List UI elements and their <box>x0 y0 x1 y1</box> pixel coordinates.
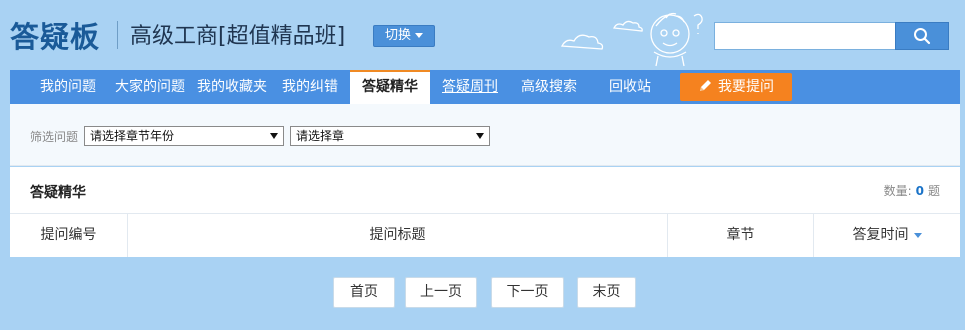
nav-recycle-bin[interactable]: 回收站 <box>600 70 660 104</box>
header: 答疑板 高级工商[超值精品班] 切换 <box>0 0 965 70</box>
column-question-title: 提问标题 <box>128 214 668 257</box>
logo[interactable]: 答疑板 <box>10 14 100 56</box>
chapter-select-value: 请选择章 <box>296 129 345 143</box>
nav-my-favorites[interactable]: 我的收藏夹 <box>194 70 270 104</box>
section-header: 答疑精华 数量: 0 题 <box>10 167 960 213</box>
switch-label: 切换 <box>384 28 411 43</box>
question-count: 数量: 0 题 <box>884 182 940 199</box>
next-page-button[interactable]: 下一页 <box>491 277 564 308</box>
nav-tab-essence[interactable]: 答疑精华 <box>350 70 430 104</box>
column-question-id: 提问编号 <box>10 214 128 257</box>
main-nav: 我的问题 大家的问题 我的收藏夹 我的纠错 答疑精华 答疑周刊 高级搜索 回收站… <box>10 70 960 104</box>
section-title: 答疑精华 <box>30 185 86 201</box>
search-button[interactable] <box>895 22 949 50</box>
cartoon-decoration <box>560 12 703 67</box>
pagination: 首页 上一页 下一页 末页 <box>10 257 960 330</box>
dropdown-arrow-icon <box>270 133 278 139</box>
chevron-down-icon <box>415 33 423 38</box>
year-select-value: 请选择章节年份 <box>90 129 175 143</box>
count-label: 数量: <box>883 184 912 198</box>
ask-question-button[interactable]: 我要提问 <box>680 73 792 101</box>
year-select[interactable]: 请选择章节年份 <box>84 126 284 146</box>
nav-advanced-search[interactable]: 高级搜索 <box>512 70 586 104</box>
filter-bar: 筛选问题 请选择章节年份 请选择章 <box>10 104 960 166</box>
column-reply-time[interactable]: 答复时间 <box>814 214 960 257</box>
count-unit: 题 <box>927 184 940 198</box>
sort-down-icon <box>913 232 922 238</box>
ask-question-label: 我要提问 <box>718 79 774 95</box>
search-icon <box>914 28 931 45</box>
search-input[interactable] <box>714 22 896 50</box>
count-value: 0 <box>915 184 924 198</box>
table-header: 提问编号 提问标题 章节 答复时间 <box>10 213 960 257</box>
course-title: 高级工商[超值精品班] <box>130 24 346 49</box>
column-reply-time-label: 答复时间 <box>852 227 909 243</box>
first-page-button[interactable]: 首页 <box>333 277 395 308</box>
column-chapter: 章节 <box>668 214 814 257</box>
pencil-icon <box>700 80 711 91</box>
dropdown-arrow-icon <box>476 133 484 139</box>
nav-my-corrections[interactable]: 我的纠错 <box>276 70 344 104</box>
nav-everyone-questions[interactable]: 大家的问题 <box>112 70 188 104</box>
nav-my-questions[interactable]: 我的问题 <box>30 70 106 104</box>
prev-page-button[interactable]: 上一页 <box>405 277 477 308</box>
filter-label: 筛选问题 <box>30 130 79 144</box>
chapter-select[interactable]: 请选择章 <box>290 126 490 146</box>
last-page-button[interactable]: 末页 <box>577 277 636 308</box>
nav-weekly[interactable]: 答疑周刊 <box>436 70 504 104</box>
switch-course-button[interactable]: 切换 <box>373 25 435 47</box>
header-divider <box>117 21 118 49</box>
